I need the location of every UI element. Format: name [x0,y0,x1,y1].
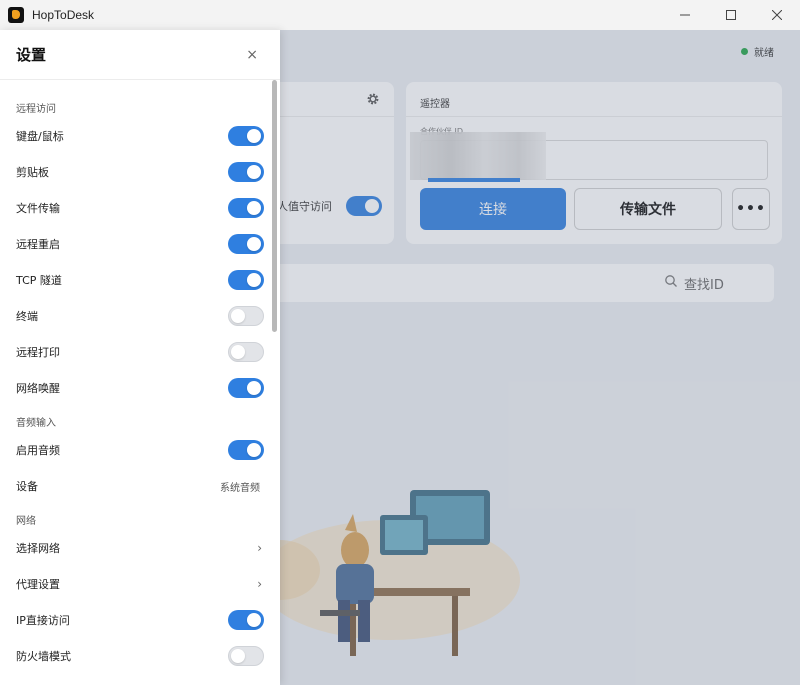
settings-toggle[interactable] [228,126,264,146]
settings-row: TCP 隧道 [0,262,280,298]
close-window-button[interactable] [754,0,800,30]
settings-toggle[interactable] [228,270,264,290]
settings-row-label: TCP 隧道 [16,274,62,287]
settings-row-label: 网络唤醒 [16,382,60,395]
settings-row-label: 设备 [16,480,38,493]
settings-row-label: 远程打印 [16,346,60,359]
toggle-knob [247,165,261,179]
settings-toggle[interactable] [228,646,264,666]
toggle-knob [231,309,245,323]
settings-title: 设置 [16,46,47,64]
toggle-knob [247,273,261,287]
settings-row: IP直接访问 [0,602,280,638]
settings-row-label: 代理设置 [16,578,60,591]
settings-toggle[interactable] [228,234,264,254]
settings-row[interactable]: 选择网络 › [0,530,280,566]
toggle-knob [231,345,245,359]
settings-row: 远程打印 [0,334,280,370]
settings-drawer: 设置 × 远程访问键盘/鼠标剪贴板文件传输远程重启 TCP 隧道 终端远程打印网络唤… [0,30,280,685]
settings-row-label: 选择网络 [16,542,60,555]
chevron-right-icon: › [257,541,262,555]
minimize-button[interactable] [662,0,708,30]
settings-section-title: 音频输入 [16,417,56,429]
chevron-right-icon: › [257,577,262,591]
settings-row: 文件传输 [0,190,280,226]
app-logo-icon [8,7,24,23]
settings-toggle[interactable] [228,198,264,218]
settings-toggle[interactable] [228,162,264,182]
settings-row: 剪贴板 [0,154,280,190]
settings-row-label: 防火墙模式 [16,650,71,663]
settings-row[interactable]: 代理设置 › [0,566,280,602]
settings-row-value[interactable]: 系统音频 [220,479,264,494]
settings-toggle[interactable] [228,342,264,362]
maximize-button[interactable] [708,0,754,30]
settings-row-label: 终端 [16,310,38,323]
settings-row-label: 启用音频 [16,444,60,457]
window-title: HopToDesk [32,8,95,22]
window-controls [662,0,800,30]
settings-toggle[interactable] [228,378,264,398]
title-bar: HopToDesk [0,0,800,30]
settings-row-label: IP直接访问 [16,614,70,627]
settings-row: 网络唤醒 [0,370,280,406]
toggle-knob [247,237,261,251]
settings-row: 远程重启 [0,226,280,262]
maximize-icon [726,10,736,20]
settings-toggle[interactable] [228,440,264,460]
settings-row: 设备 系统音频 [0,468,280,504]
settings-body: 远程访问键盘/鼠标剪贴板文件传输远程重启 TCP 隧道 终端远程打印网络唤醒音频输入… [0,80,280,674]
settings-row: 终端 [0,298,280,334]
settings-row: 启用音频 [0,432,280,468]
toggle-knob [247,613,261,627]
close-icon [772,10,782,20]
settings-row-label: 文件传输 [16,202,60,215]
settings-section-title: 网络 [16,515,36,527]
settings-row: 键盘/鼠标 [0,118,280,154]
settings-row-label: 远程重启 [16,238,60,251]
settings-row-label: 键盘/鼠标 [16,130,64,143]
settings-toggle[interactable] [228,610,264,630]
toggle-knob [247,201,261,215]
settings-row-label: 剪贴板 [16,166,49,179]
close-settings-button[interactable]: × [246,47,258,63]
settings-scrollbar[interactable] [272,80,277,332]
settings-row: 防火墙模式 [0,638,280,674]
toggle-knob [231,649,245,663]
toggle-knob [247,129,261,143]
settings-section-title: 远程访问 [16,103,56,115]
toggle-knob [247,443,261,457]
toggle-knob [247,381,261,395]
settings-toggle[interactable] [228,306,264,326]
minimize-icon [680,14,690,16]
settings-header: 设置 × [0,30,280,80]
